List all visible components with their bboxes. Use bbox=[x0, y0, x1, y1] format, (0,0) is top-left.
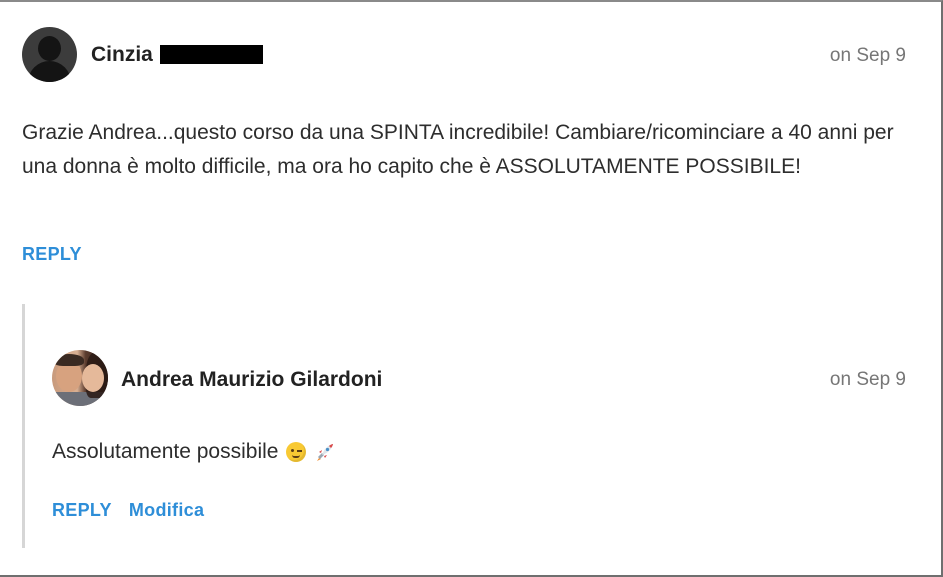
reply-avatar[interactable] bbox=[52, 350, 108, 406]
avatar[interactable] bbox=[22, 27, 77, 82]
reply-button[interactable]: REPLY bbox=[22, 244, 82, 265]
comment-thread: Cinzia on Sep 9 Grazie Andrea...questo c… bbox=[0, 0, 943, 577]
comment-body: Grazie Andrea...questo corso da una SPIN… bbox=[22, 121, 894, 178]
comment-date[interactable]: on Sep 9 bbox=[830, 45, 906, 67]
reply-body-text: Assolutamente possibile bbox=[52, 440, 279, 463]
redacted-surname bbox=[160, 45, 263, 64]
thread-indent-line bbox=[22, 304, 25, 548]
reply-date[interactable]: on Sep 9 bbox=[830, 369, 906, 391]
reply-author[interactable]: Andrea Maurizio Gilardoni bbox=[121, 368, 382, 392]
rocket-icon bbox=[317, 444, 334, 461]
reply-actions: REPLY Modifica bbox=[52, 500, 204, 521]
edit-button[interactable]: Modifica bbox=[129, 500, 204, 521]
comment-author[interactable]: Cinzia bbox=[91, 43, 153, 67]
winking-face-icon bbox=[286, 442, 307, 462]
user-silhouette-icon bbox=[38, 36, 61, 61]
reply-button[interactable]: REPLY bbox=[52, 500, 112, 521]
reply-body: Assolutamente possibile bbox=[52, 436, 336, 468]
